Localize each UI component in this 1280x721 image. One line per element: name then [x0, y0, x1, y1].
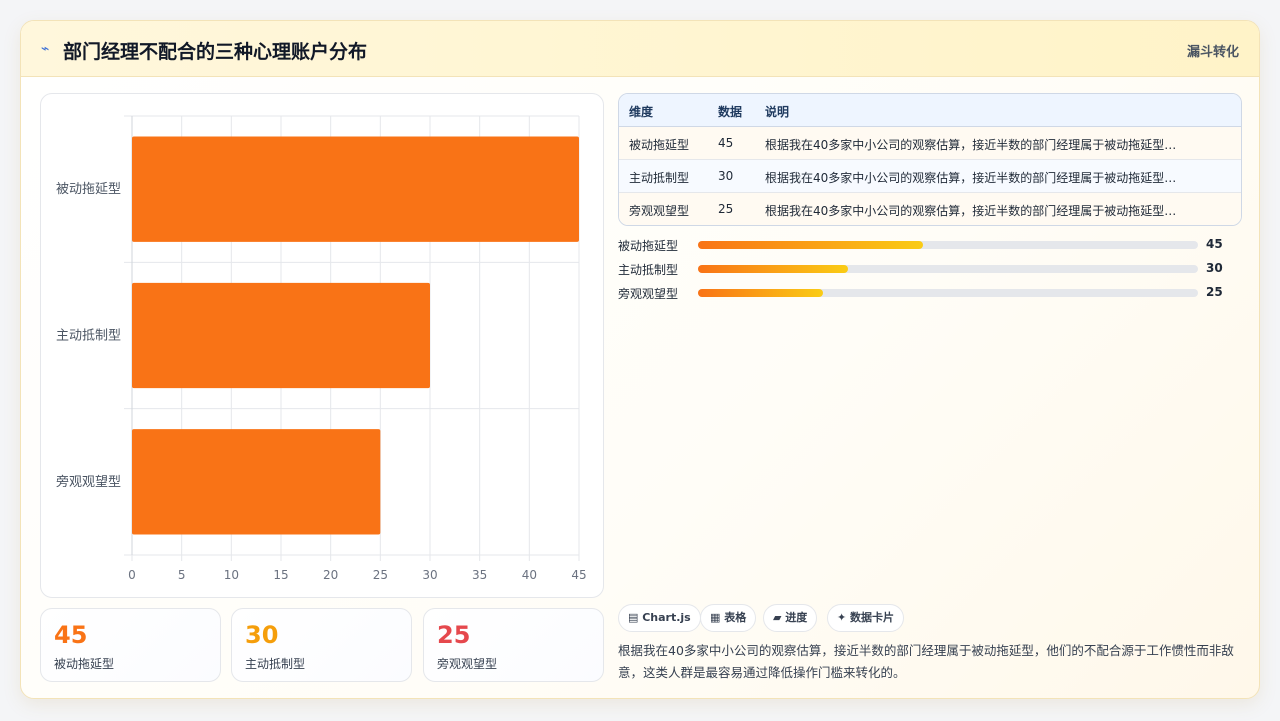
progress-value: 45	[1206, 237, 1223, 251]
table-cell: 被动拖延型	[629, 138, 690, 152]
table-header-cell: 维度	[629, 105, 654, 119]
data-table: 维度 数据 说明 被动拖延型 45 根据我在40多家中小公司的观察估算，接近半数…	[618, 93, 1242, 226]
table-cell: 30	[718, 169, 734, 183]
stat-value: 30	[245, 621, 279, 649]
stat-card: 25 旁观观望型	[423, 608, 604, 682]
table-cell: 根据我在40多家中小公司的观察估算，接近半数的部门经理属于被动拖延型，他们的不配…	[765, 171, 1185, 185]
progress-fill	[698, 289, 823, 297]
progress-fill	[698, 241, 923, 249]
x-tick-label: 35	[472, 568, 487, 582]
card-header: ⌁ 部门经理不配合的三种心理账户分布 漏斗转化	[21, 21, 1259, 77]
progress-fill	[698, 265, 848, 273]
stat-value: 25	[437, 621, 471, 649]
progress-track	[698, 241, 1198, 249]
table-cell: 45	[718, 136, 734, 150]
table-row: 被动拖延型 45 根据我在40多家中小公司的观察估算，接近半数的部门经理属于被动…	[619, 127, 1241, 160]
bar	[132, 136, 579, 242]
progress-track	[698, 289, 1198, 297]
table-cell: 根据我在40多家中小公司的观察估算，接近半数的部门经理属于被动拖延型，他们的不配…	[765, 138, 1185, 152]
stat-label: 被动拖延型	[54, 657, 115, 671]
progress-label: 主动抵制型	[618, 263, 679, 277]
chip-progress[interactable]: ▰ 进度	[763, 604, 818, 632]
table-cell: 根据我在40多家中小公司的观察估算，接近半数的部门经理属于被动拖延型，他们的不配…	[765, 204, 1185, 218]
progress-value: 30	[1206, 261, 1223, 275]
chip-table[interactable]: ▦ 表格	[700, 604, 757, 632]
x-tick-label: 30	[422, 568, 437, 582]
table-header-row: 维度 数据 说明	[619, 94, 1241, 127]
progress-row: 主动抵制型 30	[618, 261, 1242, 277]
bar-chart: 0 5 10 15 20 25 30 35 40 45 被动拖延型主动抵制型旁观观望型	[40, 93, 604, 598]
stat-label: 主动抵制型	[245, 657, 306, 671]
progress-row: 旁观观望型 25	[618, 285, 1242, 301]
stat-card: 30 主动抵制型	[231, 608, 412, 682]
x-tick-label: 10	[224, 568, 239, 582]
chip-data-cards[interactable]: ✦ 数据卡片	[827, 604, 905, 632]
x-tick-label: 25	[373, 568, 388, 582]
bar-chart-svg: 0 5 10 15 20 25 30 35 40 45 被动拖延型主动抵制型旁观观望型	[56, 115, 587, 582]
progress-row: 被动拖延型 45	[618, 237, 1242, 253]
x-tick-label: 5	[178, 568, 186, 582]
table-row: 主动抵制型 30 根据我在40多家中小公司的观察估算，接近半数的部门经理属于被动…	[619, 160, 1241, 193]
x-tick-label: 15	[273, 568, 288, 582]
chip-chartjs[interactable]: ▤ Chart.js	[618, 604, 701, 632]
x-tick-label: 0	[128, 568, 136, 582]
stat-card: 45 被动拖延型	[40, 608, 221, 682]
page-title: 部门经理不配合的三种心理账户分布	[63, 41, 368, 63]
table-row: 旁观观望型 25 根据我在40多家中小公司的观察估算，接近半数的部门经理属于被动…	[619, 193, 1241, 225]
table-cell: 旁观观望型	[629, 204, 690, 218]
table-header-cell: 说明	[765, 105, 790, 119]
x-tick-label: 20	[323, 568, 338, 582]
progress-label: 旁观观望型	[618, 287, 679, 301]
dashboard-card: ⌁ 部门经理不配合的三种心理账户分布 漏斗转化 0 5 10 15 20 25 30 35 40…	[20, 20, 1260, 699]
progress-track	[698, 265, 1198, 273]
progress-label: 被动拖延型	[618, 239, 679, 253]
y-category-label: 旁观观望型	[56, 474, 121, 490]
bar	[132, 282, 430, 389]
header-tag: 漏斗转化	[1186, 45, 1239, 60]
x-tick-label: 40	[522, 568, 537, 582]
stat-value: 45	[54, 621, 88, 649]
table-cell: 25	[718, 202, 734, 216]
y-category-label: 被动拖延型	[56, 182, 121, 197]
progress-value: 25	[1206, 285, 1223, 299]
lightning-icon: ⌁	[41, 41, 50, 57]
bar	[132, 429, 381, 535]
y-category-label: 主动抵制型	[56, 329, 121, 344]
summary-text: 根据我在40多家中小公司的观察估算，接近半数的部门经理属于被动拖延型，他们的不配…	[618, 643, 1234, 680]
x-tick-label: 45	[571, 568, 586, 582]
table-cell: 主动抵制型	[629, 171, 690, 185]
table-header-cell: 数据	[718, 105, 743, 119]
stat-label: 旁观观望型	[437, 657, 498, 671]
